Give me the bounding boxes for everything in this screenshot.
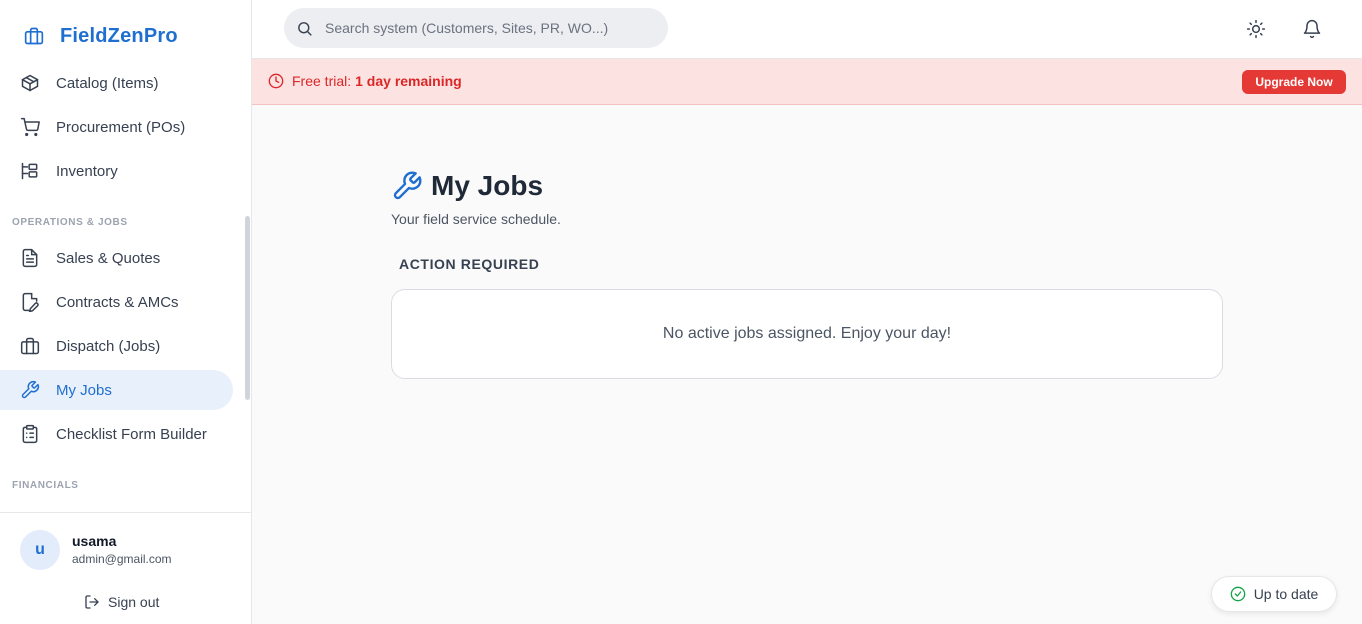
avatar[interactable]: u: [20, 530, 60, 570]
sidebar-scrollbar[interactable]: [245, 216, 250, 400]
sidebar-item-catalog[interactable]: Catalog (Items): [0, 63, 233, 103]
wrench-icon: [20, 380, 40, 400]
wrench-icon: [391, 170, 423, 202]
upgrade-now-button[interactable]: Upgrade Now: [1242, 70, 1346, 94]
brand[interactable]: FieldZenPro: [22, 22, 178, 50]
user-email: admin@gmail.com: [72, 552, 172, 566]
sun-icon: [1246, 19, 1266, 39]
trial-message: Free trial: 1 day remaining: [268, 73, 462, 89]
empty-state-message: No active jobs assigned. Enjoy your day!: [662, 325, 952, 342]
sidebar-item-label: Procurement (POs): [56, 118, 186, 136]
sidebar-item-procurement[interactable]: Procurement (POs): [0, 107, 233, 147]
cart-icon: [20, 117, 40, 137]
search-input[interactable]: [325, 20, 645, 36]
search-bar[interactable]: [284, 8, 668, 48]
empty-state-card: No active jobs assigned. Enjoy your day!: [391, 289, 1223, 379]
sidebar-item-label: Sales & Quotes: [56, 249, 161, 267]
topbar: [252, 0, 1362, 59]
sidebar-item-label: Catalog (Items): [56, 74, 159, 92]
bell-icon: [1302, 19, 1322, 39]
clipboard-icon: [20, 424, 40, 444]
briefcase-icon: [20, 336, 40, 356]
sidebar-item-label: Contracts & AMCs: [56, 293, 179, 311]
page-header: My Jobs: [391, 170, 543, 202]
sidebar-item-my-jobs[interactable]: My Jobs: [0, 370, 233, 410]
sync-status-label: Up to date: [1253, 586, 1319, 602]
search-icon: [296, 20, 313, 37]
section-heading: ACTION REQUIRED: [399, 256, 540, 272]
sidebar: FieldZenPro Catalog (Items) Procurement …: [0, 0, 252, 624]
page-title: My Jobs: [431, 170, 544, 201]
sidebar-item-label: Dispatch (Jobs): [56, 337, 161, 355]
sidebar-item-checklist-builder[interactable]: Checklist Form Builder: [0, 414, 233, 454]
divider: [0, 512, 251, 513]
sidebar-item-label: My Jobs: [56, 381, 112, 399]
sign-out-button[interactable]: Sign out: [84, 594, 159, 610]
briefcase-logo-icon: [22, 24, 46, 48]
section-label-operations: OPERATIONS & JOBS: [12, 217, 128, 228]
check-circle-icon: [1230, 586, 1246, 602]
box-icon: [20, 73, 40, 93]
sidebar-item-label: Checklist Form Builder: [56, 425, 207, 443]
notifications-button[interactable]: [1300, 17, 1324, 41]
sign-out-icon: [84, 594, 100, 610]
theme-toggle-button[interactable]: [1244, 17, 1268, 41]
inventory-icon: [20, 161, 40, 181]
sidebar-item-contracts[interactable]: Contracts & AMCs: [0, 282, 233, 322]
sidebar-item-label: Inventory: [56, 162, 118, 180]
brand-name: FieldZenPro: [60, 24, 178, 47]
section-label-financials: FINANCIALS: [12, 480, 79, 491]
sidebar-item-sales-quotes[interactable]: Sales & Quotes: [0, 238, 233, 278]
sidebar-item-inventory[interactable]: Inventory: [0, 151, 233, 191]
contract-icon: [20, 292, 40, 312]
sidebar-item-dispatch[interactable]: Dispatch (Jobs): [0, 326, 233, 366]
sync-status-badge[interactable]: Up to date: [1211, 576, 1337, 612]
page-subtitle: Your field service schedule.: [391, 211, 561, 227]
user-name: usama: [72, 533, 117, 549]
clock-icon: [268, 73, 284, 89]
document-icon: [20, 248, 40, 268]
trial-remaining: 1 day remaining: [355, 73, 462, 89]
sign-out-label: Sign out: [108, 594, 160, 610]
trial-banner: Free trial: 1 day remaining Upgrade Now: [252, 59, 1362, 105]
trial-prefix: Free trial:: [292, 73, 352, 89]
